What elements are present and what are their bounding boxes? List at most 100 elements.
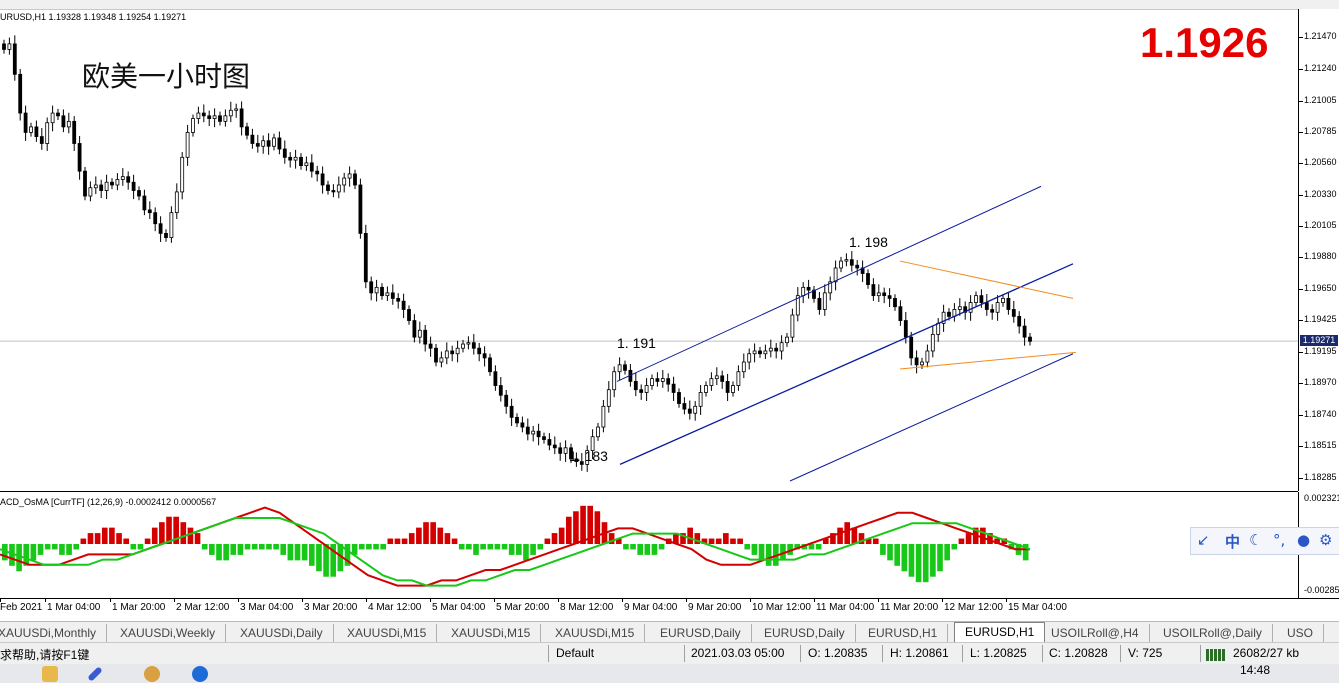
browser-icon[interactable] [192,666,208,682]
osc-histogram-bar [394,538,401,544]
status-traffic: 26082/27 kb [1233,646,1300,660]
tab-xauusdi-monthly[interactable]: XAUUSDi,Monthly [0,624,108,642]
candle-body [547,439,552,446]
osc-axis-bottom: -0.002859 [1304,585,1339,595]
candle-body [1028,336,1032,342]
time-tick-label: 3 Mar 04:00 [240,602,294,613]
osc-histogram-bar [451,538,458,544]
osc-histogram-bar [516,544,522,555]
osc-histogram-bar [101,527,108,544]
pencil-icon[interactable]: ↙ [1197,531,1210,549]
price-tick [1299,194,1303,196]
tab-xauusdi-daily[interactable]: XAUUSDi,Daily [230,624,334,642]
osc-histogram-bar [480,544,486,550]
big-price-label: 1.1926 [1140,19,1269,66]
osc-histogram-bar [280,544,287,555]
candle-body [34,126,39,137]
osc-histogram-bar [951,544,958,550]
tab-xauusdi-m15[interactable]: XAUUSDi,M15 [441,624,542,642]
tab-uso[interactable]: USO [1277,624,1325,642]
osc-histogram-bar [630,544,636,550]
punctuation-icon[interactable]: °, [1273,531,1285,549]
osc-histogram-bar [30,544,37,561]
price-tick [1299,36,1303,38]
pen-icon[interactable] [87,666,103,682]
candle-body [752,350,757,355]
candle-body [331,190,336,193]
osc-histogram-bar [501,544,508,550]
osc-histogram-bar [915,544,922,583]
candle-body [801,286,806,297]
tab-xauusdi-m15[interactable]: XAUUSDi,M15 [545,624,646,642]
ime-toolbar[interactable]: ↙ 中 ☾ °, ● ⚙ [1190,527,1339,555]
osc-histogram-bar [466,544,472,550]
price-axis[interactable]: 1.21470 1.21240 1.21005 1.20785 1.20560 1.203… [1298,9,1339,491]
candle-body [2,43,6,50]
candle-body [596,426,600,438]
candle-body [29,126,33,133]
candle-body [558,447,563,454]
candle-body [169,212,174,238]
candle-body [709,378,714,386]
tab-eurusd-daily[interactable]: EURUSD,Daily [754,624,856,642]
app-icon[interactable] [144,666,160,682]
osc-histogram-bar [273,544,279,550]
osc-histogram-bar [965,533,972,544]
osc-histogram-bar [958,538,965,544]
candle-body [417,329,422,338]
osc-histogram-bar [251,544,258,550]
candle-body [272,137,276,147]
osc-histogram-bar [244,544,251,550]
candle-body [984,302,989,310]
osc-histogram-bar [287,544,294,561]
tab-eurusd-h1[interactable]: EURUSD,H1 [858,624,949,642]
osc-histogram-bar [323,544,329,577]
price-tick-label: 1.20105 [1304,219,1337,230]
time-tick [110,599,111,602]
candle-body [434,347,438,363]
osc-histogram-bar [194,533,201,544]
osc-histogram-bar [644,544,651,555]
candle-body [666,378,671,385]
status-profile[interactable]: Default [556,646,594,660]
tab-usoilroll-daily[interactable]: USOILRoll@,Daily [1153,624,1273,642]
candle-body [196,112,201,119]
tab-eurusd-h1[interactable]: EURUSD,H1 [954,622,1046,643]
gear-icon[interactable]: ⚙ [1319,531,1332,549]
tab-xauusdi-weekly[interactable]: XAUUSDi,Weekly [110,624,227,642]
candle-body [525,426,530,435]
osc-histogram-bar [237,544,244,555]
osc-histogram-bar [316,544,322,572]
tab-usoilroll-h4[interactable]: USOILRoll@,H4 [1041,624,1150,642]
candle-body [623,364,627,371]
price-tick [1299,225,1303,227]
tab-eurusd-daily[interactable]: EURUSD,Daily [650,624,752,642]
candle-body [50,112,55,124]
osc-histogram-bar [201,544,208,550]
candle-body [147,209,152,214]
candle-body [601,405,606,428]
osc-histogram-bar [844,522,851,544]
time-tick-label: 3 Mar 20:00 [304,602,358,613]
oscillator-panel[interactable] [0,492,1298,598]
candle-body [612,371,617,391]
candle-body [639,389,644,393]
osc-histogram-bar [751,544,758,555]
time-tick [942,599,943,602]
candle-body [266,140,271,147]
time-tick [814,599,815,602]
price-tick [1299,162,1303,164]
osc-histogram-bar [930,544,936,577]
candle-body [488,357,492,373]
osc-histogram-bar [487,544,494,550]
osc-histogram-bar [944,544,950,561]
candle-body [504,394,509,407]
user-icon[interactable]: ● [1297,531,1310,549]
candle-body [412,320,417,338]
ime-chinese-mode[interactable]: 中 [1225,531,1240,552]
time-tick-label: 9 Mar 20:00 [688,602,742,613]
tab-xauusdi-m15[interactable]: XAUUSDi,M15 [337,624,438,642]
folder-icon[interactable] [42,666,58,682]
moon-icon[interactable]: ☾ [1249,531,1262,549]
price-tick-label: 1.21005 [1304,95,1337,106]
